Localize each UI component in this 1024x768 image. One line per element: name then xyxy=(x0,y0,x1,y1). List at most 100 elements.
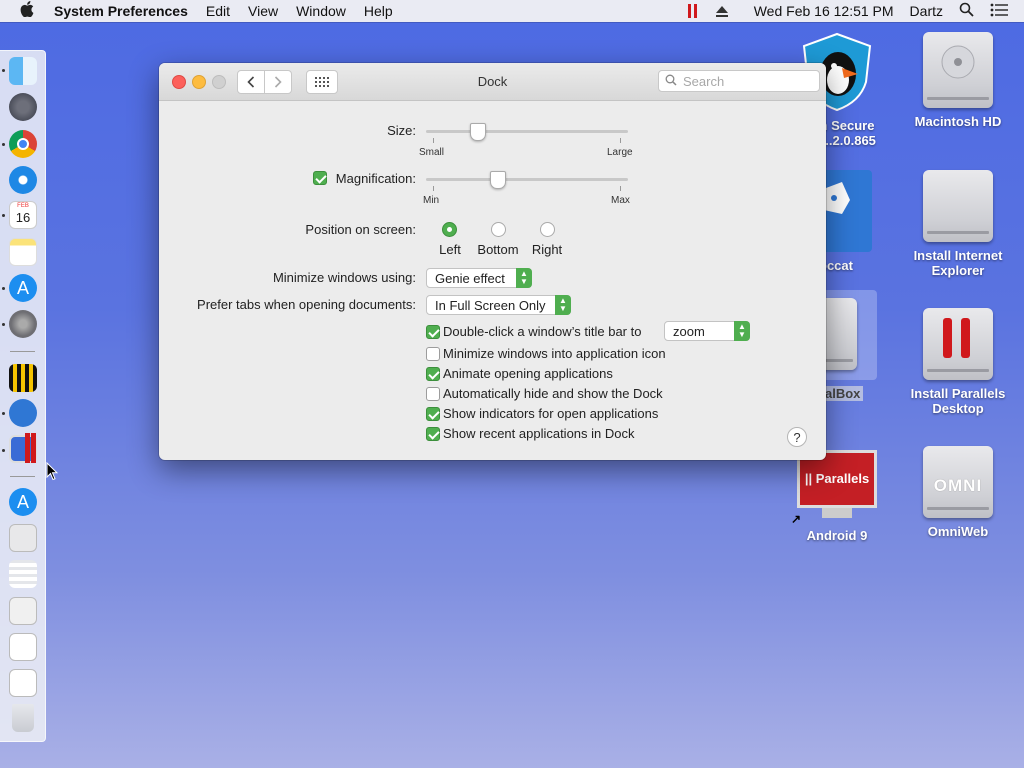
omni-logo-text: OMNI xyxy=(933,476,983,495)
apple-menu-icon[interactable] xyxy=(16,0,38,22)
popup-arrows-icon: ▲ ▼ xyxy=(516,268,532,288)
chrome-doc-stack-icon[interactable] xyxy=(9,669,37,697)
show-recent-apps-checkbox[interactable] xyxy=(426,427,440,441)
recent-doc-stack-icon[interactable] xyxy=(9,633,37,661)
show-indicators-checkbox[interactable] xyxy=(426,407,440,421)
running-indicator xyxy=(2,287,5,290)
running-indicator xyxy=(2,214,5,217)
magnification-slider-thumb[interactable] xyxy=(489,171,506,189)
eject-icon[interactable] xyxy=(715,5,728,17)
running-indicator xyxy=(2,69,5,72)
dock-separator xyxy=(10,476,35,477)
boccat-dock-icon[interactable] xyxy=(9,399,37,427)
slider-tick xyxy=(433,186,434,191)
menu-bar: System Preferences Edit View Window Help… xyxy=(0,0,1024,22)
applications-stack-icon[interactable] xyxy=(9,560,37,588)
document-icon[interactable] xyxy=(9,524,37,552)
show-indicators-label: Show indicators for open applications xyxy=(443,406,659,421)
desktop-icon-omniweb[interactable]: OMNI OmniWeb xyxy=(903,446,1013,539)
minimize-using-label: Minimize windows using: xyxy=(272,270,416,285)
app-store-installer-icon[interactable]: A xyxy=(9,488,37,516)
menu-help[interactable]: Help xyxy=(364,3,393,19)
help-button[interactable]: ? xyxy=(787,427,807,447)
parallels-menu-icon[interactable] xyxy=(687,4,700,18)
running-indicator xyxy=(2,412,5,415)
slider-tick xyxy=(620,186,621,191)
installer-drive-icon xyxy=(923,170,993,242)
minimize-into-icon-label: Minimize windows into application icon xyxy=(443,346,666,361)
menu-view[interactable]: View xyxy=(248,3,278,19)
alias-arrow-icon: ↗ xyxy=(791,512,802,526)
size-slider-track[interactable] xyxy=(426,130,628,133)
size-max-label: Large xyxy=(607,147,633,158)
desktop-icon-label: Android 9 xyxy=(806,528,868,543)
prefer-tabs-label: Prefer tabs when opening documents: xyxy=(197,297,416,312)
autohide-dock-checkbox[interactable] xyxy=(426,387,440,401)
menu-window[interactable]: Window xyxy=(296,3,346,19)
animate-opening-checkbox[interactable] xyxy=(426,367,440,381)
chrome-icon[interactable] xyxy=(9,130,37,158)
prefer-tabs-popup[interactable]: In Full Screen Only ▲ ▼ xyxy=(426,295,571,315)
calendar-icon[interactable]: FEB 16 xyxy=(9,201,37,229)
finder-icon[interactable] xyxy=(9,57,37,85)
calendar-month: FEB xyxy=(17,203,29,209)
double-click-action-value: zoom xyxy=(673,324,705,339)
minimize-effect-value: Genie effect xyxy=(435,271,505,286)
system-preferences-icon[interactable] xyxy=(9,310,37,338)
parallels-installer-icon xyxy=(923,308,993,380)
desktop-icon-label: OmniWeb xyxy=(927,524,989,539)
position-right-radio[interactable] xyxy=(540,222,555,237)
omniweb-drive-icon: OMNI xyxy=(923,446,993,518)
magnification-slider-track[interactable] xyxy=(426,178,628,181)
double-click-action-popup[interactable]: zoom ▲ ▼ xyxy=(664,321,750,341)
calendar-day: 16 xyxy=(15,210,31,225)
slider-tick xyxy=(433,138,434,143)
window-titlebar[interactable]: Dock xyxy=(159,63,826,101)
magnification-label: Magnification: xyxy=(335,171,416,186)
dock-separator xyxy=(10,351,35,352)
parallels-vm-dock-icon[interactable] xyxy=(9,433,37,463)
magnification-min-label: Min xyxy=(423,195,440,206)
position-label: Position on screen: xyxy=(305,222,416,237)
desktop-icon-label: Macintosh HD xyxy=(914,114,1002,129)
trash-icon[interactable] xyxy=(12,704,34,732)
downloads-stack-icon[interactable] xyxy=(9,597,37,625)
desktop-icon-macintosh-hd[interactable]: Macintosh HD xyxy=(903,32,1013,129)
dock-preferences-window: Dock Size: Small Large Magnification: Mi… xyxy=(159,63,826,460)
menu-edit[interactable]: Edit xyxy=(206,3,230,19)
desktop-icon-label: Install Parallels Desktop xyxy=(910,386,1006,416)
position-left-radio[interactable] xyxy=(442,222,457,237)
notification-center-icon[interactable] xyxy=(990,3,1008,20)
minimize-effect-popup[interactable]: Genie effect ▲ ▼ xyxy=(426,268,532,288)
search-input[interactable] xyxy=(681,72,805,90)
menubar-user[interactable]: Dartz xyxy=(910,3,943,19)
running-indicator xyxy=(2,449,5,452)
dock: FEB 16 A A xyxy=(0,50,46,742)
desktop-icon-android9[interactable]: || Parallels ↗ Android 9 xyxy=(782,450,892,543)
desktop-icon-label: alBox xyxy=(822,386,864,401)
search-field[interactable] xyxy=(658,70,820,92)
autohide-dock-label: Automatically hide and show the Dock xyxy=(443,386,663,401)
position-bottom-radio[interactable] xyxy=(491,222,506,237)
hard-drive-icon xyxy=(923,32,993,108)
double-click-titlebar-checkbox[interactable] xyxy=(426,325,440,339)
desktop-icon-install-ie[interactable]: Install Internet Explorer xyxy=(903,170,1013,278)
taxi-app-icon[interactable] xyxy=(9,364,37,392)
double-click-titlebar-label: Double-click a window’s title bar to xyxy=(443,324,642,339)
position-right-label: Right xyxy=(531,242,563,257)
desktop-icon-label: Install Internet Explorer xyxy=(913,248,1003,278)
spotlight-icon[interactable] xyxy=(959,2,974,20)
notes-icon[interactable] xyxy=(9,238,37,266)
safari-icon[interactable] xyxy=(9,166,37,194)
magnification-max-label: Max xyxy=(611,195,630,206)
animate-opening-label: Animate opening applications xyxy=(443,366,613,381)
launchpad-icon[interactable] xyxy=(9,93,37,121)
size-slider-thumb[interactable] xyxy=(469,123,486,141)
minimize-into-icon-checkbox[interactable] xyxy=(426,347,440,361)
desktop-icon-install-parallels[interactable]: Install Parallels Desktop xyxy=(903,308,1013,416)
mouse-pointer-icon xyxy=(46,461,59,484)
menu-app-name[interactable]: System Preferences xyxy=(54,3,188,19)
app-store-icon[interactable]: A xyxy=(9,274,37,302)
virtualbox-drive-icon xyxy=(817,290,877,380)
menubar-clock[interactable]: Wed Feb 16 12:51 PM xyxy=(754,3,894,19)
